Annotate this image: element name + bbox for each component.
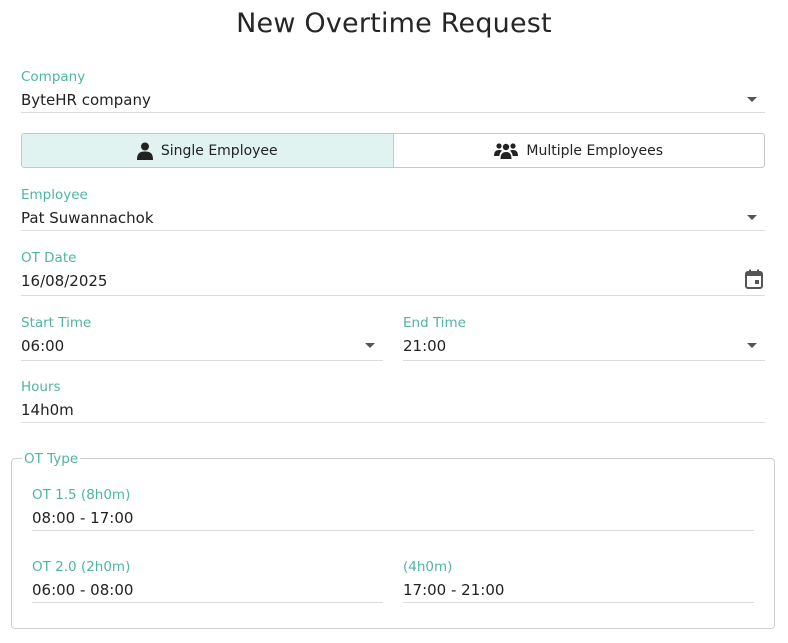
- start-time-underline: [21, 360, 383, 361]
- ot20-label: OT 2.0 (2h0m): [32, 559, 131, 575]
- ot-extra-label: (4h0m): [403, 559, 453, 575]
- ot-extra-value: 17:00 - 21:00: [403, 581, 505, 599]
- ot-type-legend: OT Type: [22, 451, 81, 467]
- start-time-value: 06:00: [21, 337, 65, 355]
- multiple-employees-button[interactable]: Multiple Employees: [394, 134, 765, 167]
- ot-date-value: 16/08/2025: [21, 272, 108, 290]
- single-employee-button[interactable]: Single Employee: [22, 134, 394, 167]
- company-label: Company: [21, 69, 86, 85]
- single-employee-label: Single Employee: [160, 142, 278, 159]
- employee-value: Pat Suwannachok: [21, 209, 154, 227]
- ot15-value: 08:00 - 17:00: [32, 509, 134, 527]
- ot20-field: OT 2.0 (2h0m) 06:00 - 08:00: [32, 559, 383, 603]
- end-time-value: 21:00: [403, 337, 447, 355]
- ot-date-label: OT Date: [21, 250, 77, 266]
- group-icon: [494, 142, 519, 160]
- company-select[interactable]: Company ByteHR company: [21, 69, 765, 113]
- hours-field: Hours 14h0m: [21, 379, 765, 423]
- start-time-select[interactable]: Start Time 06:00: [21, 315, 383, 361]
- hours-value: 14h0m: [21, 401, 74, 419]
- ot15-underline: [32, 530, 754, 531]
- company-value: ByteHR company: [21, 91, 151, 109]
- employee-label: Employee: [21, 187, 88, 203]
- ot-extra-field: (4h0m) 17:00 - 21:00: [403, 559, 754, 603]
- ot-date-underline: [21, 295, 765, 296]
- end-time-label: End Time: [403, 315, 466, 331]
- end-time-select[interactable]: End Time 21:00: [403, 315, 765, 361]
- ot-date-field[interactable]: OT Date 16/08/2025: [21, 250, 765, 296]
- ot-type-fieldset: OT Type OT 1.5 (8h0m) 08:00 - 17:00 OT 2…: [11, 451, 775, 629]
- page-title: New Overtime Request: [236, 8, 552, 39]
- ot20-value: 06:00 - 08:00: [32, 581, 134, 599]
- ot20-underline: [32, 602, 383, 603]
- person-icon: [136, 142, 153, 160]
- calendar-icon[interactable]: [745, 269, 763, 293]
- chevron-down-icon[interactable]: [747, 215, 757, 220]
- chevron-down-icon[interactable]: [747, 343, 757, 348]
- ot15-field: OT 1.5 (8h0m) 08:00 - 17:00: [32, 487, 754, 531]
- employee-mode-toggle[interactable]: Single Employee Multiple Employees: [21, 133, 765, 168]
- employee-underline: [21, 230, 765, 231]
- multiple-employees-label: Multiple Employees: [526, 142, 664, 159]
- ot15-label: OT 1.5 (8h0m): [32, 487, 131, 503]
- ot-extra-underline: [403, 602, 754, 603]
- hours-label: Hours: [21, 379, 61, 395]
- end-time-underline: [403, 360, 765, 361]
- chevron-down-icon[interactable]: [747, 97, 757, 102]
- company-underline: [21, 112, 765, 113]
- start-time-label: Start Time: [21, 315, 92, 331]
- employee-select[interactable]: Employee Pat Suwannachok: [21, 187, 765, 231]
- hours-underline: [21, 422, 765, 423]
- chevron-down-icon[interactable]: [365, 343, 375, 348]
